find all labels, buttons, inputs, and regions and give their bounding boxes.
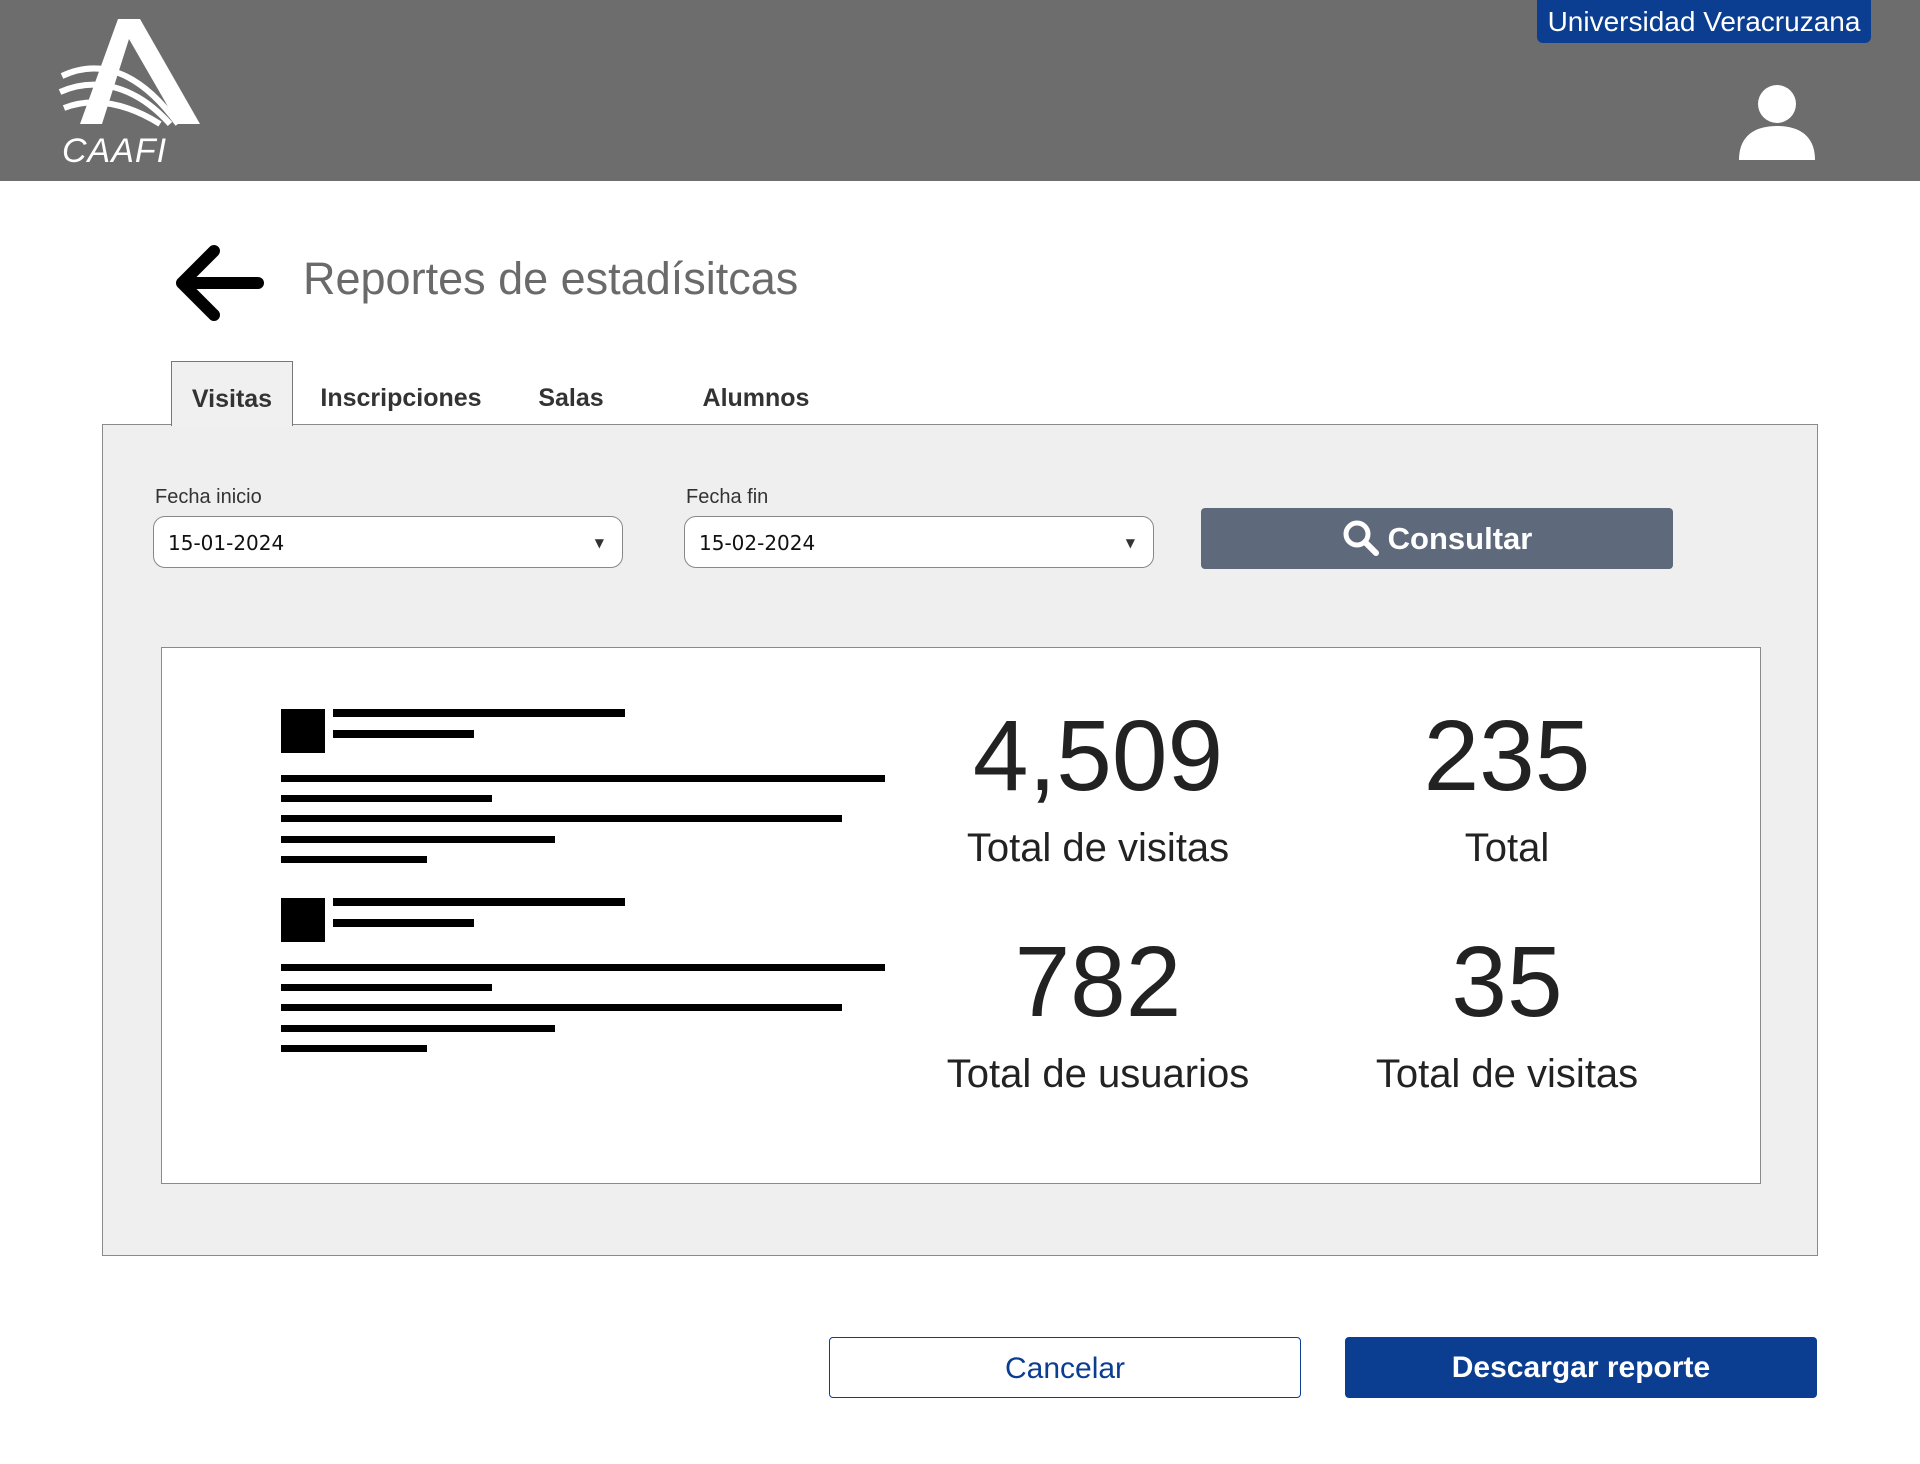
placeholder-line [281, 815, 842, 822]
stat-total-label: Total [1464, 826, 1550, 870]
university-badge[interactable]: Universidad Veracruzana [1537, 0, 1871, 43]
placeholder-line [281, 795, 492, 802]
consult-label: Consultar [1387, 521, 1533, 556]
placeholder-image [281, 898, 325, 942]
end-date-label: Fecha fin [686, 486, 769, 508]
cancel-button[interactable]: Cancelar [829, 1337, 1301, 1398]
start-date-value: 15-01-2024 [168, 531, 285, 555]
placeholder-line [281, 836, 555, 843]
placeholder-line [281, 984, 492, 991]
chevron-down-icon: ▼ [594, 536, 604, 550]
page-title: Reportes de estadísitcas [303, 253, 799, 304]
stat-total-users-value: 782 [1014, 926, 1182, 1038]
stat-total-users-label: Total de usuarios [946, 1052, 1250, 1096]
placeholder-line [281, 1045, 427, 1052]
tab-salas[interactable]: Salas [521, 361, 621, 425]
stat-total-visits-label: Total de visitas [966, 826, 1230, 870]
stats-card: 4,509 Total de visitas 235 Total 782 Tot… [161, 647, 1761, 1184]
end-date-value: 15-02-2024 [699, 531, 816, 555]
start-date-select[interactable]: 15-01-2024 ▼ [153, 516, 623, 568]
logo-text: CAAFI [62, 132, 168, 170]
start-date-label: Fecha inicio [155, 486, 262, 508]
consult-button[interactable]: Consultar [1201, 508, 1673, 569]
placeholder-line [281, 964, 885, 971]
stat-total-value: 235 [1423, 700, 1591, 812]
search-icon [1343, 520, 1379, 556]
placeholder-line [281, 856, 427, 863]
placeholder-line [281, 1025, 555, 1032]
tab-alumnos[interactable]: Alumnos [691, 361, 821, 425]
stat-total-visits-2-value: 35 [1451, 926, 1563, 1038]
stat-total-visits-value: 4,509 [972, 700, 1224, 812]
user-icon[interactable] [1737, 82, 1817, 162]
end-date-select[interactable]: 15-02-2024 ▼ [684, 516, 1154, 568]
top-bar: CAAFI Universidad Veracruzana [0, 0, 1920, 181]
download-report-button[interactable]: Descargar reporte [1345, 1337, 1817, 1398]
placeholder-line [281, 1004, 842, 1011]
stat-total-visits-2-label: Total de visitas [1375, 1052, 1639, 1096]
back-arrow-icon[interactable] [172, 243, 264, 323]
tab-inscripciones[interactable]: Inscripciones [311, 361, 491, 425]
chevron-down-icon: ▼ [1125, 536, 1135, 550]
placeholder-line [281, 775, 885, 782]
placeholder-line [333, 898, 625, 906]
placeholder-line [333, 919, 474, 927]
tab-visitas[interactable]: Visitas [171, 361, 293, 426]
placeholder-image [281, 709, 325, 753]
placeholder-line [333, 709, 625, 717]
placeholder-line [333, 730, 474, 738]
